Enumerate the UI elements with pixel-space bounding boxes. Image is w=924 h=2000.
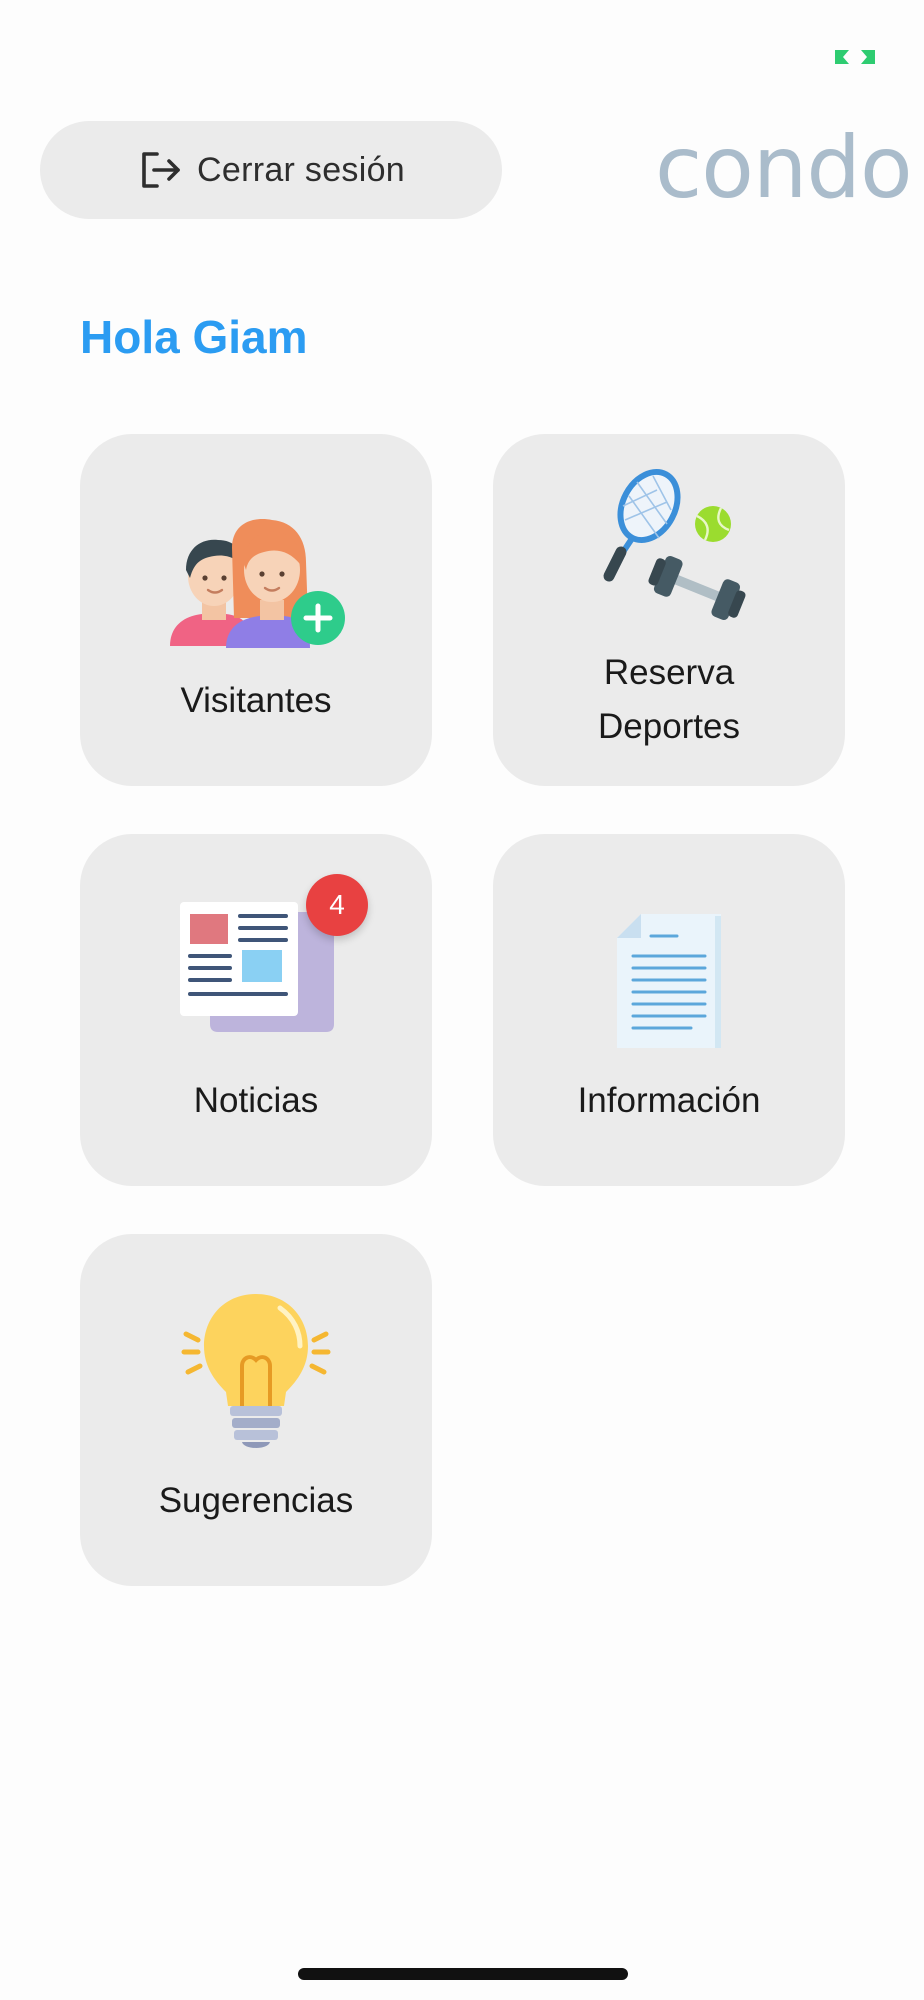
home-indicator[interactable] xyxy=(298,1968,628,1980)
tile-label: Sugerencias xyxy=(158,1481,354,1520)
tile-reserva-deportes[interactable]: Reserva Deportes xyxy=(493,434,845,786)
logout-label: Cerrar sesión xyxy=(197,150,405,189)
tile-label: Visitantes xyxy=(180,681,332,720)
tile-label: Noticias xyxy=(193,1081,319,1120)
logout-icon xyxy=(142,152,180,188)
brand-logo: condo xyxy=(655,118,913,218)
tile-visitantes[interactable]: Visitantes xyxy=(80,434,432,786)
visitors-icon xyxy=(170,519,345,648)
logout-button[interactable]: Cerrar sesión xyxy=(40,121,502,219)
sports-icon xyxy=(603,468,746,621)
tile-sugerencias[interactable]: Sugerencias xyxy=(80,1234,432,1586)
document-icon xyxy=(617,914,721,1048)
tile-label-line-1: Reserva xyxy=(603,653,735,692)
tile-label-line-2: Deportes xyxy=(597,707,741,746)
tile-informacion[interactable]: Información xyxy=(493,834,845,1186)
greeting-title: Hola Giam xyxy=(80,311,308,363)
tile-noticias[interactable]: 4 Noticias xyxy=(80,834,432,1186)
notification-badge: 4 xyxy=(306,874,368,936)
home-screen: Cerrar sesión condo Hola Giam Visitantes… xyxy=(0,0,924,2000)
lightbulb-icon xyxy=(181,1294,331,1448)
tile-label: Información xyxy=(577,1081,761,1120)
status-indicator-icon xyxy=(835,50,875,64)
